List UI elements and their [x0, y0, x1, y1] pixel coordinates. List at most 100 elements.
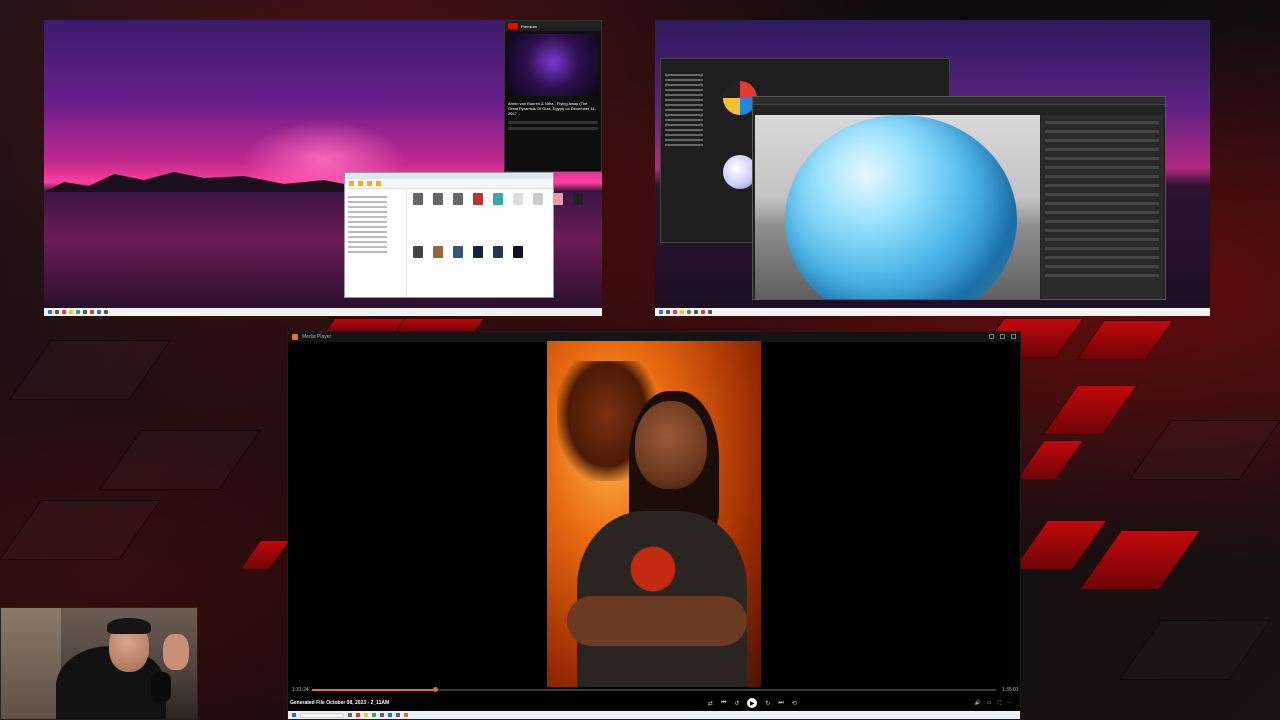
minimize-icon[interactable] — [989, 334, 994, 339]
taskbar-main — [288, 711, 1020, 719]
taskbar-app-icon[interactable] — [55, 310, 59, 314]
taskbar-app-icon[interactable] — [76, 310, 80, 314]
file-thumbnail[interactable] — [493, 246, 503, 258]
time-total: 1:35:01 — [1002, 687, 1019, 693]
play-button[interactable]: ▶ — [747, 698, 758, 708]
webcam-background-wall — [1, 608, 61, 719]
media-player-title: Media Player — [302, 334, 332, 340]
presenter-hand — [163, 634, 189, 670]
previous-icon[interactable]: ⏮ — [721, 700, 726, 707]
media-player-window[interactable]: Media Player 1:31:24 1:35:01 Generated F… — [287, 331, 1021, 720]
taskbar-app-icon[interactable] — [680, 310, 684, 314]
youtube-video-player[interactable] — [508, 34, 598, 96]
taskbar-app-icon[interactable] — [356, 713, 360, 717]
project-hierarchy[interactable] — [665, 71, 713, 238]
next-icon[interactable]: ⏭ — [778, 700, 783, 707]
youtube-brand: Premium — [521, 23, 538, 29]
taskbar-app-icon[interactable] — [666, 310, 670, 314]
rewind-icon[interactable]: ↺ — [734, 700, 739, 707]
blender-viewport[interactable] — [755, 115, 1040, 299]
reflective-sphere — [785, 115, 1017, 299]
maximize-icon[interactable] — [1000, 334, 1005, 339]
file-thumbnail[interactable] — [513, 246, 523, 258]
explorer-file-grid — [413, 193, 583, 293]
taskbar-app-icon[interactable] — [97, 310, 101, 314]
file-thumbnail[interactable] — [453, 246, 463, 258]
file-thumbnail[interactable] — [473, 246, 483, 258]
taskbar-app-icon[interactable] — [708, 310, 712, 314]
file-thumbnail[interactable] — [413, 193, 423, 205]
file-thumbnail[interactable] — [473, 193, 483, 205]
taskbar-app-icon[interactable] — [701, 310, 705, 314]
taskbar-app-icon[interactable] — [380, 713, 384, 717]
seek-handle[interactable] — [433, 687, 439, 692]
folder-icon[interactable] — [367, 181, 372, 186]
shuffle-icon[interactable]: ⇄ — [708, 700, 713, 707]
file-thumbnail[interactable] — [553, 193, 563, 205]
bg-dark-tile — [98, 430, 262, 490]
file-thumbnail[interactable] — [573, 193, 583, 205]
bg-red-tile — [1075, 320, 1175, 360]
close-icon[interactable] — [1011, 334, 1016, 339]
folder-icon[interactable] — [349, 181, 354, 186]
video-frame[interactable] — [547, 341, 761, 687]
seek-bar[interactable]: 1:31:24 1:35:01 — [288, 684, 1020, 696]
playback-controls: Generated File October 08, 2023 - 2_11AM… — [288, 696, 1020, 710]
taskbar-app-icon[interactable] — [687, 310, 691, 314]
start-icon[interactable] — [659, 310, 663, 314]
folder-icon[interactable] — [376, 181, 381, 186]
volume-icon[interactable]: 🔊 — [975, 700, 981, 706]
bg-red-tile — [395, 318, 485, 332]
file-thumbnail[interactable] — [413, 246, 423, 258]
bg-red-tile — [1012, 520, 1108, 570]
now-playing-filename: Generated File October 08, 2023 - 2_11AM — [290, 700, 390, 706]
more-options-icon[interactable]: ⋯ — [1007, 700, 1012, 706]
bg-red-tile — [1042, 385, 1138, 435]
bg-dark-tile — [1118, 620, 1272, 680]
bg-dark-tile — [8, 340, 172, 400]
window-controls — [989, 334, 1016, 339]
taskbar-app-icon[interactable] — [694, 310, 698, 314]
taskbar-app-icon[interactable] — [69, 310, 73, 314]
taskbar-app-icon[interactable] — [404, 713, 408, 717]
taskbar-search[interactable] — [300, 712, 344, 718]
seek-track[interactable] — [312, 687, 996, 692]
explorer-nav-pane[interactable] — [345, 190, 407, 297]
file-thumbnail[interactable] — [433, 193, 443, 205]
file-thumbnail[interactable] — [513, 193, 523, 205]
taskbar-app-icon[interactable] — [104, 310, 108, 314]
repeat-icon[interactable]: ⟲ — [792, 700, 797, 707]
file-thumbnail[interactable] — [533, 193, 543, 205]
start-icon[interactable] — [292, 713, 296, 717]
wolf-shirt-logo — [625, 541, 681, 597]
blender-window[interactable] — [752, 96, 1166, 300]
taskbar-app-icon[interactable] — [83, 310, 87, 314]
youtube-meta-line — [508, 121, 598, 124]
taskbar-app-icon[interactable] — [388, 713, 392, 717]
monitor-2-screen — [655, 20, 1210, 316]
taskbar-monitor-2 — [655, 308, 1210, 316]
taskbar-app-icon[interactable] — [372, 713, 376, 717]
folder-icon[interactable] — [358, 181, 363, 186]
taskbar-app-icon[interactable] — [62, 310, 66, 314]
start-icon[interactable] — [48, 310, 52, 314]
taskbar-app-icon[interactable] — [348, 713, 352, 717]
file-thumbnail[interactable] — [493, 193, 503, 205]
youtube-video-title[interactable]: Armin van Buuren & Nifra - Flying Away (… — [505, 99, 601, 118]
file-thumbnail[interactable] — [453, 193, 463, 205]
fullscreen-icon[interactable]: ⛶ — [997, 700, 1001, 706]
taskbar-app-icon[interactable] — [673, 310, 677, 314]
bg-red-tile — [1078, 530, 1202, 590]
file-explorer-window[interactable] — [344, 172, 583, 298]
cast-icon[interactable]: ▭ — [987, 700, 992, 706]
blender-properties-panel[interactable] — [1041, 115, 1163, 299]
taskbar-app-icon[interactable] — [90, 310, 94, 314]
youtube-header: Premium — [505, 21, 601, 31]
forward-icon[interactable]: ↻ — [765, 700, 770, 707]
taskbar-app-icon[interactable] — [364, 713, 368, 717]
youtube-window[interactable]: Premium Armin van Buuren & Nifra - Flyin… — [504, 20, 602, 172]
file-thumbnail[interactable] — [433, 246, 443, 258]
bg-dark-tile — [1128, 420, 1280, 480]
taskbar-app-icon[interactable] — [396, 713, 400, 717]
presenter-cap — [107, 618, 151, 634]
